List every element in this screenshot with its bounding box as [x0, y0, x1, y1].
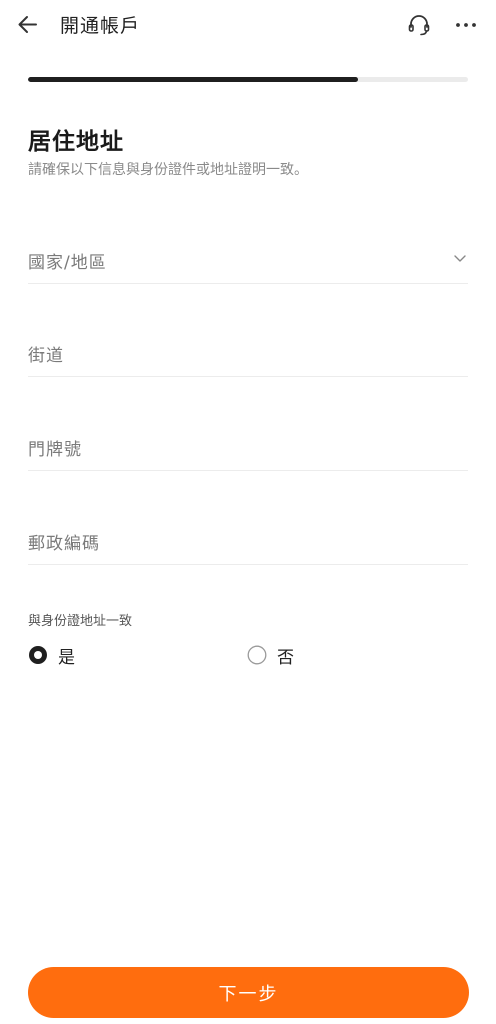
radio-no[interactable]: 否 — [247, 642, 327, 668]
radio-selected-icon — [29, 646, 47, 664]
more-horizontal-icon — [456, 23, 476, 27]
page-title: 開通帳戶 — [60, 15, 141, 37]
more-options-button[interactable] — [452, 12, 480, 38]
back-button[interactable] — [14, 10, 48, 40]
country-region-select[interactable]: 國家/地區 — [28, 234, 468, 284]
next-step-button[interactable]: 下一步 — [28, 967, 469, 1018]
customer-support-button[interactable] — [404, 10, 434, 40]
house-number-input[interactable]: 門牌號 — [28, 421, 468, 471]
progress-bar — [28, 77, 468, 82]
radio-yes[interactable]: 是 — [28, 642, 108, 668]
headset-icon — [408, 15, 430, 36]
next-step-label: 下一步 — [218, 983, 279, 1005]
radio-no-label: 否 — [277, 648, 294, 668]
radio-yes-label: 是 — [58, 648, 75, 668]
section-subtitle: 請確保以下信息與身份證件或地址證明一致。 — [28, 162, 308, 178]
header: 開通帳戶 — [0, 0, 496, 52]
arrow-left-icon — [18, 16, 37, 33]
postal-code-input[interactable]: 郵政編碼 — [28, 515, 468, 565]
chevron-down-icon — [454, 255, 466, 262]
house-number-placeholder: 門牌號 — [28, 440, 82, 460]
radio-unselected-icon — [247, 645, 267, 665]
section-title: 居住地址 — [28, 129, 124, 155]
country-region-placeholder: 國家/地區 — [28, 253, 107, 273]
open-account-address-page: 開通帳戶 居住地址 請確保以下信息與身份證件或地址證明一致。 國家/地區 街道 … — [0, 0, 496, 1024]
progress-fill — [28, 77, 358, 82]
street-placeholder: 街道 — [28, 346, 64, 366]
same-as-id-label: 與身份證地址一致 — [28, 614, 133, 629]
street-input[interactable]: 街道 — [28, 327, 468, 377]
postal-code-placeholder: 郵政編碼 — [28, 534, 100, 554]
